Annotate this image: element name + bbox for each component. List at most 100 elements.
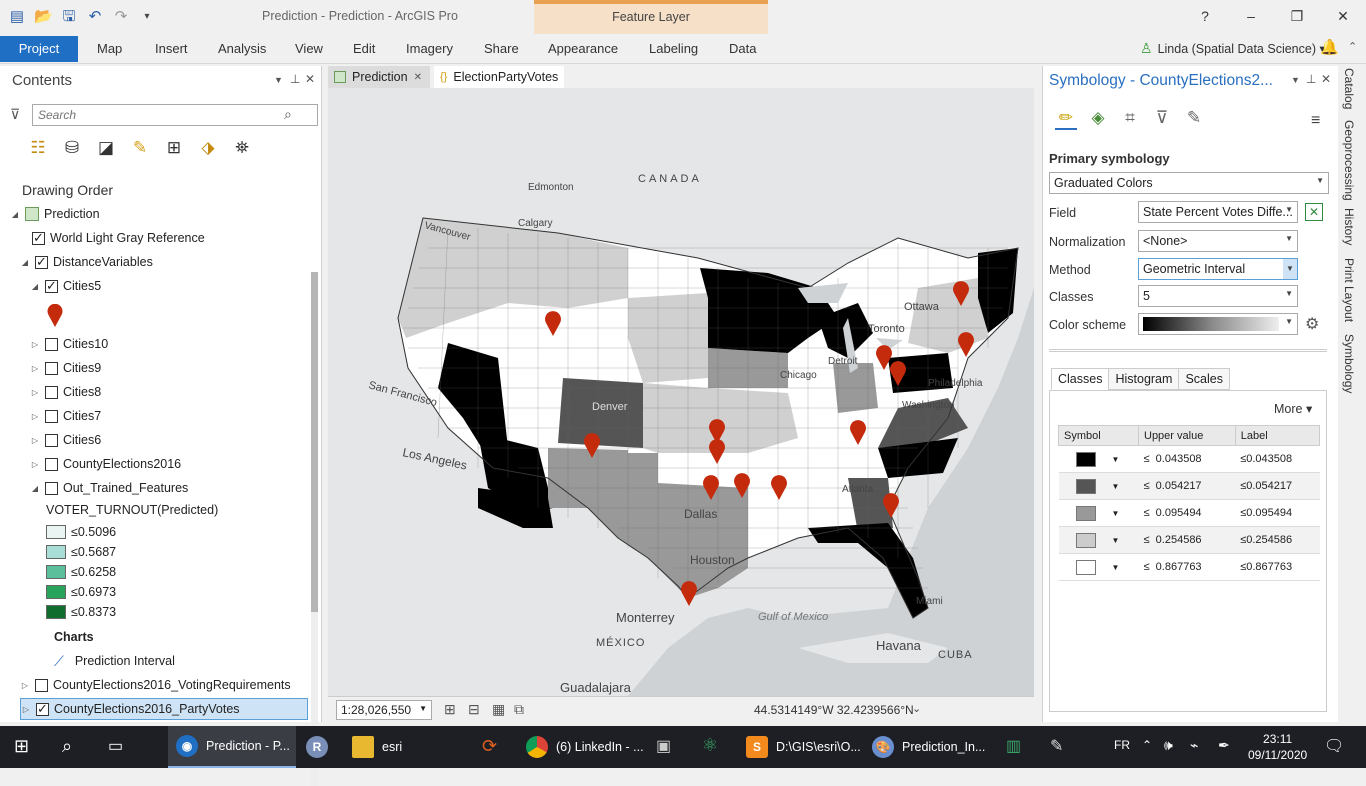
tab-histogram[interactable]: Histogram — [1108, 368, 1180, 390]
windows-start-icon[interactable]: ⊞ — [14, 736, 29, 757]
system-clock[interactable]: 23:11 09/11/2020 — [1248, 731, 1307, 763]
layer-visibility-checkbox[interactable] — [45, 457, 58, 471]
minimize-button[interactable]: – — [1228, 0, 1274, 32]
upper-value[interactable]: 0.054217 — [1156, 480, 1202, 492]
tree-item-cities6[interactable]: ▷ Cities6 — [30, 430, 101, 450]
class-symbol-swatch[interactable] — [1075, 505, 1096, 521]
class-symbol-swatch[interactable] — [1075, 532, 1096, 548]
class-symbol-swatch[interactable] — [1075, 451, 1096, 467]
upper-value[interactable]: 0.867763 — [1156, 561, 1202, 573]
chevron-down-icon[interactable]: ▼ — [1112, 509, 1120, 518]
ribbon-collapse-icon[interactable]: ⌃ — [1348, 40, 1357, 53]
tab-classes[interactable]: Classes — [1051, 368, 1110, 390]
tab-imagery[interactable]: Imagery — [406, 41, 453, 56]
class-row[interactable]: ▼ ≤ 0.043508 ≤0.043508 — [1058, 445, 1320, 473]
upper-value[interactable]: 0.254586 — [1156, 534, 1202, 546]
more-button[interactable]: More ▾ — [1274, 401, 1312, 416]
layer-visibility-checkbox[interactable] — [35, 678, 48, 692]
taskbar-r[interactable]: R — [306, 726, 328, 768]
perspective-imagery-icon[interactable]: ⛯ — [230, 136, 254, 160]
gear-icon[interactable]: ⚙ — [1305, 314, 1319, 334]
chevron-down-icon[interactable]: ▼ — [1112, 563, 1120, 572]
contents-scrollbar[interactable] — [311, 272, 318, 786]
map-canvas[interactable]: CANADA Edmonton Calgary Vancouver Ottawa… — [328, 88, 1034, 696]
renderer-dropdown[interactable]: Graduated Colors ▼ — [1049, 172, 1329, 194]
layer-visibility-checkbox[interactable] — [45, 361, 58, 375]
layer-visibility-checkbox[interactable] — [45, 433, 58, 447]
layer-visibility-checkbox[interactable] — [45, 337, 58, 351]
labeling-icon[interactable]: ⬗ — [196, 136, 220, 160]
layer-visibility-checkbox[interactable] — [45, 409, 58, 423]
field-dropdown[interactable]: State Percent Votes Diffe... ▼ — [1138, 201, 1298, 223]
class-row[interactable]: ▼ ≤ 0.254586 ≤0.254586 — [1058, 526, 1320, 554]
notification-bell-icon[interactable]: 🔔 — [1320, 38, 1339, 56]
collapse-icon[interactable]: ◢ — [20, 258, 30, 267]
pause-drawing-icon[interactable]: ⧉ — [514, 701, 524, 718]
expand-icon[interactable]: ▷ — [30, 460, 40, 469]
maximize-button[interactable]: ❐ — [1274, 0, 1320, 32]
snapping-icon[interactable]: ⊞ — [162, 136, 186, 160]
tree-item-cities5[interactable]: ◢ Cities5 — [30, 276, 101, 296]
fixed-zoom-icon[interactable]: ⊞ — [444, 701, 456, 718]
save-icon[interactable]: 🖫 — [60, 8, 78, 26]
menu-icon[interactable]: ≡ — [1311, 112, 1320, 130]
pane-options-icon[interactable]: ▼ — [274, 75, 283, 85]
pane-options-icon[interactable]: ▼ — [1291, 75, 1300, 85]
show-hidden-icons[interactable]: ⌃ — [1142, 738, 1152, 752]
search-icon[interactable]: ⌕ — [62, 736, 72, 757]
vary-symbology-icon[interactable]: ⌗ — [1119, 106, 1141, 130]
tree-item-map[interactable]: ◢ Prediction — [10, 204, 100, 224]
advanced-symbology-icon[interactable]: ✎ — [1183, 106, 1205, 130]
tab-edit[interactable]: Edit — [353, 41, 375, 56]
customize-qat-icon[interactable]: ▾ — [138, 8, 156, 26]
scale-selector[interactable]: 1:28,026,550 ▼ — [336, 700, 432, 720]
tab-election-table[interactable]: {} ElectionPartyVotes — [434, 66, 565, 88]
expand-icon[interactable]: ▷ — [30, 388, 40, 397]
color-scheme-dropdown[interactable]: ▼ — [1138, 313, 1298, 335]
layer-visibility-checkbox[interactable] — [35, 254, 48, 270]
expand-icon[interactable]: ▷ — [30, 412, 40, 421]
chevron-down-icon[interactable]: ▼ — [1112, 482, 1120, 491]
notifications-icon[interactable]: 🗨 — [1324, 736, 1344, 756]
tab-share[interactable]: Share — [484, 41, 519, 56]
dock-catalog[interactable]: Catalog — [1342, 68, 1356, 109]
col-upper-value[interactable]: Upper value — [1138, 425, 1236, 446]
dock-symbology[interactable]: Symbology — [1342, 334, 1356, 393]
class-label[interactable]: ≤0.043508 — [1235, 445, 1320, 473]
col-symbol[interactable]: Symbol — [1058, 425, 1139, 446]
primary-symbology-icon[interactable]: ✏ — [1055, 106, 1077, 130]
user-account[interactable]: ♙ Linda (Spatial Data Science) ▾ — [1140, 40, 1326, 57]
tab-data[interactable]: Data — [729, 41, 756, 56]
tree-item-cities7[interactable]: ▷ Cities7 — [30, 406, 101, 426]
sync-icon[interactable]: ⟳ — [482, 736, 497, 757]
data-source-icon[interactable]: ⛁ — [60, 136, 84, 160]
class-label[interactable]: ≤0.095494 — [1235, 499, 1320, 527]
coordinate-format-icon[interactable]: ⌄ — [912, 702, 921, 715]
tree-item-cities8[interactable]: ▷ Cities8 — [30, 382, 101, 402]
chevron-down-icon[interactable]: ▼ — [1112, 455, 1120, 464]
method-dropdown[interactable]: Geometric Interval ▼ — [1138, 258, 1298, 280]
expand-icon[interactable]: ▷ — [20, 681, 30, 690]
language-indicator[interactable]: FR — [1114, 738, 1130, 752]
table-icon[interactable]: ▦ — [492, 701, 505, 718]
atom-icon[interactable]: ⚛ — [702, 735, 718, 756]
legend-class-4[interactable]: ≤0.6973 — [46, 582, 116, 602]
class-label[interactable]: ≤0.054217 — [1235, 472, 1320, 500]
tree-item-cities10[interactable]: ▷ Cities10 — [30, 334, 108, 354]
class-row[interactable]: ▼ ≤ 0.867763 ≤0.867763 — [1058, 553, 1320, 581]
upper-value[interactable]: 0.043508 — [1156, 453, 1202, 465]
class-symbol-swatch[interactable] — [1075, 559, 1096, 575]
tab-scales[interactable]: Scales — [1178, 368, 1230, 390]
layer-visibility-checkbox[interactable] — [45, 278, 58, 294]
taskbar-sublime[interactable]: S D:\GIS\esri\O... — [746, 726, 861, 768]
col-label[interactable]: Label — [1234, 425, 1321, 446]
legend-class-3[interactable]: ≤0.6258 — [46, 562, 116, 582]
pin-icon[interactable]: ⊥ — [1306, 72, 1316, 86]
tab-prediction-map[interactable]: Prediction ✕ — [328, 66, 430, 88]
tree-item-group-layer[interactable]: ◢ DistanceVariables — [20, 252, 153, 272]
filter-icon[interactable]: ⊽ — [10, 106, 20, 123]
close-pane-icon[interactable]: ✕ — [305, 72, 315, 86]
symbol-layers-icon[interactable]: ◈ — [1087, 106, 1109, 130]
tab-map[interactable]: Map — [97, 41, 122, 56]
collapse-icon[interactable]: ◢ — [30, 282, 40, 291]
